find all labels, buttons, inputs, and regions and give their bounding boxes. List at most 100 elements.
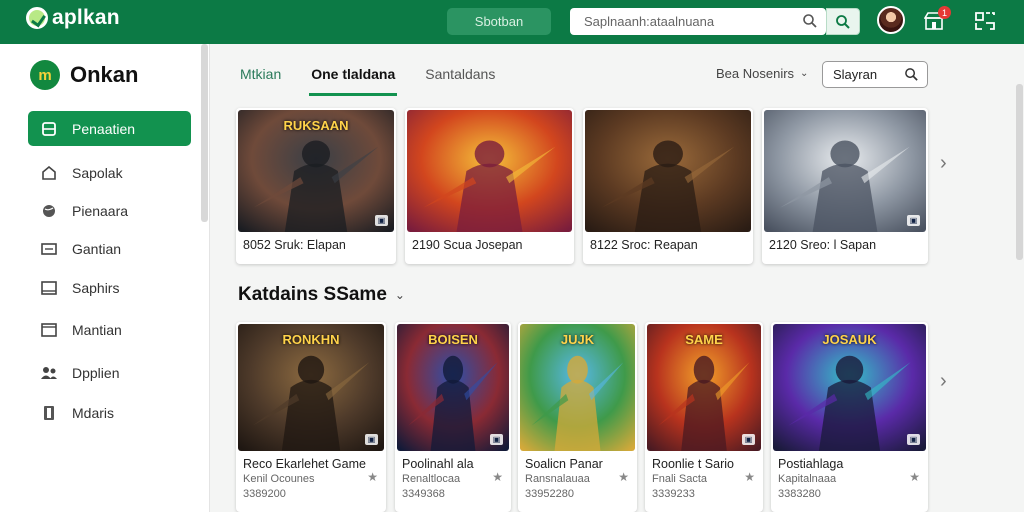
content-search-input[interactable]: Slayran <box>822 61 928 88</box>
search-button[interactable] <box>826 8 860 35</box>
sidebar-logo[interactable]: m Onkan <box>30 60 138 90</box>
sidebar-scrollbar[interactable] <box>201 44 208 222</box>
sidebar-item-7[interactable]: Mdaris <box>28 395 191 430</box>
user-avatar[interactable] <box>877 6 905 34</box>
game-card[interactable]: JOSAUK ▣ Postiahlaga Kapitalnaaa 3383280 ★ <box>771 322 928 512</box>
sort-label: Bea Nosenirs <box>716 66 795 81</box>
globe-icon <box>40 203 58 219</box>
sidebar-item-1[interactable]: Sapolak <box>28 155 191 190</box>
game-thumbnail[interactable]: BOISEN ▣ <box>397 324 509 451</box>
star-icon[interactable]: ★ <box>367 470 378 484</box>
chevron-down-icon: ⌄ <box>800 68 809 79</box>
game-title-art: BOISEN <box>428 332 478 347</box>
section-title[interactable]: Katdains SSame ⌄ <box>238 284 405 306</box>
game-subtitle: Fnali Sacta <box>652 473 708 485</box>
chevron-right-icon[interactable]: › <box>940 152 947 175</box>
home-icon <box>40 121 58 137</box>
sidebar-item-3[interactable]: Gantian <box>28 231 191 266</box>
window-icon <box>40 280 58 296</box>
chevron-right-icon[interactable]: › <box>940 370 947 393</box>
card-icon <box>40 241 58 257</box>
top-pill-button[interactable]: Sbotban <box>447 8 551 35</box>
sidebar-item-6[interactable]: Dpplien <box>28 355 191 390</box>
featured-caption: 8052 Sruk: Elapan <box>243 238 346 252</box>
star-icon[interactable]: ★ <box>618 470 629 484</box>
sidebar-logo-icon: m <box>30 60 60 90</box>
badge-icon: ▣ <box>490 434 503 445</box>
page-scrollbar[interactable] <box>1016 84 1023 260</box>
game-title: Postiahlaga <box>778 457 844 471</box>
sidebar-item-4[interactable]: Saphirs <box>28 270 191 305</box>
tab-bar: Mtkian One tlaldana Santaldans <box>238 60 523 98</box>
brand-logo[interactable]: aplkan <box>26 6 120 30</box>
game-title: Reco Ekarlehet Game <box>243 457 366 471</box>
game-card[interactable]: BOISEN ▣ Poolinahl ala Renaltlocaa 3349368 ★ <box>395 322 511 512</box>
sidebar-logo-text: Onkan <box>70 62 139 87</box>
sidebar-item-0[interactable]: Penaatien <box>28 111 191 146</box>
star-icon[interactable]: ★ <box>909 470 920 484</box>
star-icon[interactable]: ★ <box>744 470 755 484</box>
house-icon <box>40 165 58 181</box>
game-card[interactable]: JUJK Soalicn Panar Ransnalauaa 33952280 ★ <box>518 322 637 512</box>
featured-thumbnail[interactable] <box>585 110 751 232</box>
game-thumbnail[interactable]: JUJK <box>520 324 635 451</box>
featured-caption: 2190 Scua Josepan <box>412 238 523 252</box>
content-search-value: Slayran <box>833 67 878 82</box>
game-subtitle: Renaltlocaa <box>402 473 461 485</box>
apps-icon[interactable] <box>972 9 998 33</box>
browser-icon <box>40 322 58 338</box>
game-title: Poolinahl ala <box>402 457 474 471</box>
notification-badge: 1 <box>938 6 951 19</box>
game-title-art: RUKSAAN <box>283 118 349 133</box>
game-thumbnail[interactable]: JOSAUK ▣ <box>773 324 926 451</box>
sidebar-item-5[interactable]: Mantian <box>28 312 191 347</box>
game-subtitle: Kapitalnaaa <box>778 473 837 485</box>
tab-2[interactable]: Santaldans <box>423 60 497 96</box>
game-title: Soalicn Panar <box>525 457 603 471</box>
game-thumbnail[interactable]: RONKHN ▣ <box>238 324 384 451</box>
chevron-down-icon: ⌄ <box>394 288 405 302</box>
game-title-art: RONKHN <box>282 332 340 347</box>
search-icon <box>803 14 817 28</box>
game-title-art: JOSAUK <box>822 332 877 347</box>
game-price: 3383280 <box>778 488 821 500</box>
game-thumbnail[interactable]: SAME ▣ <box>647 324 761 451</box>
brand-name: aplkan <box>52 6 120 29</box>
featured-card[interactable]: 8122 Sroc: Reapan <box>583 108 753 264</box>
game-title-art: SAME <box>685 332 723 347</box>
sidebar-item-label: Dpplien <box>72 364 120 381</box>
game-price: 33952280 <box>525 488 574 500</box>
featured-card[interactable]: 2190 Scua Josepan <box>405 108 574 264</box>
search-input[interactable]: Saplnaanh:ataalnuana <box>570 8 826 35</box>
game-title-art: JUJK <box>560 332 595 347</box>
featured-caption: 8122 Sroc: Reapan <box>590 238 698 252</box>
people-icon <box>40 365 58 381</box>
search-icon <box>905 68 918 81</box>
game-price: 3349368 <box>402 488 445 500</box>
game-subtitle: Kenil Ocounes <box>243 473 315 485</box>
sidebar-item-label: Mantian <box>72 321 122 338</box>
star-icon[interactable]: ★ <box>492 470 503 484</box>
badge-icon: ▣ <box>907 434 920 445</box>
featured-thumbnail[interactable]: ▣ <box>764 110 926 232</box>
badge-icon: ▣ <box>365 434 378 445</box>
badge-icon: ▣ <box>375 215 388 226</box>
badge-icon: ▣ <box>907 215 920 226</box>
search-icon <box>836 14 850 29</box>
brand-logo-icon <box>26 7 48 29</box>
featured-card[interactable]: ▣ 2120 Sreo: l Sapan <box>762 108 928 264</box>
tab-0[interactable]: Mtkian <box>238 60 283 96</box>
game-card[interactable]: SAME ▣ Roonlie t Sario Fnali Sacta 3339233 ★ <box>645 322 763 512</box>
featured-card[interactable]: RUKSAAN ▣ 8052 Sruk: Elapan <box>236 108 396 264</box>
game-subtitle: Ransnalauaa <box>525 473 590 485</box>
tab-1[interactable]: One tlaldana <box>309 60 398 96</box>
sidebar: m Onkan Penaatien Sapolak Pienaara Gantian S… <box>0 44 210 512</box>
sidebar-item-2[interactable]: Pienaara <box>28 193 191 228</box>
sort-select[interactable]: Bea Nosenirs ⌄ <box>716 66 808 81</box>
featured-thumbnail[interactable] <box>407 110 572 232</box>
featured-thumbnail[interactable]: RUKSAAN ▣ <box>238 110 394 232</box>
game-price: 3389200 <box>243 488 286 500</box>
game-card[interactable]: RONKHN ▣ Reco Ekarlehet Game Kenil Ocounes 3… <box>236 322 386 512</box>
sidebar-item-label: Mdaris <box>72 404 115 421</box>
featured-caption: 2120 Sreo: l Sapan <box>769 238 877 252</box>
